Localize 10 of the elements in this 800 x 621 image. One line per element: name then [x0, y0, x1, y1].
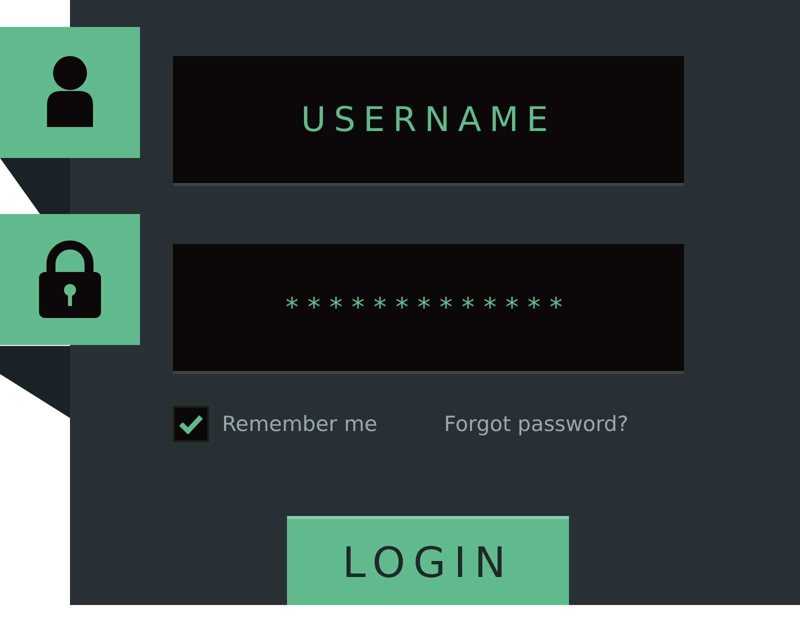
login-button[interactable]: LOGIN	[287, 516, 569, 605]
password-field[interactable]: *************	[173, 244, 684, 374]
lock-icon	[37, 240, 103, 320]
remember-checkbox[interactable]	[173, 406, 209, 442]
remember-label: Remember me	[222, 412, 378, 436]
username-field[interactable]: USERNAME	[173, 56, 684, 186]
tab-shadow	[0, 158, 70, 214]
check-icon	[179, 414, 203, 434]
tab-shadow	[0, 346, 70, 418]
forgot-password-link[interactable]: Forgot password?	[444, 412, 628, 436]
